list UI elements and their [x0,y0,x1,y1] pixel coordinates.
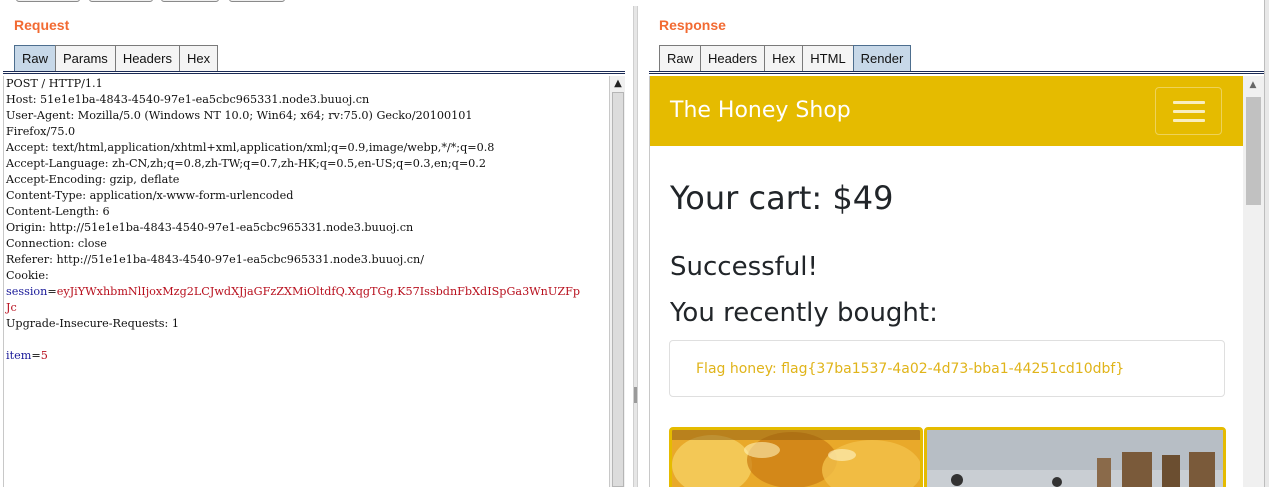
menu-bar [1173,101,1205,104]
header-line[interactable]: Accept: text/html,application/xhtml+xml,… [4,140,610,156]
header-line[interactable]: Connection: close [4,236,610,252]
scroll-up-arrow-icon[interactable]: ▲ [1247,80,1259,90]
response-title: Response [659,17,726,33]
burp-repeater-window: Request Raw Params Headers Hex POST / HT… [0,0,1269,487]
header-line[interactable]: User-Agent: Mozilla/5.0 (Windows NT 10.0… [4,108,610,124]
cookie-line[interactable]: session=eyJiYWxhbmNlIjoxMzg2LCJwdXJjaGFz… [4,284,610,300]
purchase-card: Flag honey: flag{37ba1537-4a02-4d73-bba1… [669,340,1225,397]
cookie-line-cont[interactable]: Jc [4,300,610,316]
header-line[interactable]: Host: 51e1e1ba-4843-4540-97e1-ea5cbc9653… [4,92,610,108]
cookie-value-cont: Jc [6,301,17,314]
body-param-value: 5 [40,349,48,362]
honey-sign-image [924,427,1226,487]
header-line[interactable]: Content-Type: application/x-www-form-url… [4,188,610,204]
header-line[interactable]: Firefox/75.0 [4,124,610,140]
header-line[interactable]: Accept-Encoding: gzip, deflate [4,172,610,188]
header-line[interactable]: Referer: http://51e1e1ba-4843-4540-97e1-… [4,252,610,268]
tab-hex[interactable]: Hex [764,45,804,71]
rendered-response: The Honey Shop Your cart: $49 Successful… [649,76,1243,487]
cookie-name: session [6,285,48,298]
tab-raw[interactable]: Raw [659,45,702,71]
request-tabs: Raw Params Headers Hex [14,45,219,72]
tab-headers[interactable]: Headers [114,45,180,71]
header-line[interactable]: Accept-Language: zh-CN,zh;q=0.8,zh-TW;q=… [4,156,610,172]
success-heading: Successful! [670,252,818,282]
tab-html[interactable]: HTML [802,45,854,71]
request-line[interactable]: POST / HTTP/1.1 [4,76,610,92]
tab-underline [649,71,1264,74]
honey-jars-image [669,427,923,487]
navbar: The Honey Shop [650,76,1243,146]
cookie-value: eyJiYWxhbmNlIjoxMzg2LCJwdXJjaGFzZXMiOltd… [56,285,581,298]
header-line[interactable]: Origin: http://51e1e1ba-4843-4540-97e1-e… [4,220,610,236]
scroll-thumb[interactable] [1246,97,1261,205]
window-edge [1264,0,1269,487]
header-line[interactable]: Upgrade-Insecure-Requests: 1 [4,316,610,332]
header-line[interactable]: Content-Length: 6 [4,204,610,220]
scroll-thumb[interactable] [612,92,624,487]
tab-headers[interactable]: Headers [700,45,766,71]
raw-request-editor[interactable]: POST / HTTP/1.1 Host: 51e1e1ba-4843-4540… [3,76,610,487]
request-title: Request [14,17,70,33]
response-tabs: Raw Headers Hex HTML Render [659,45,912,72]
tab-params[interactable]: Params [55,45,116,71]
request-scrollbar[interactable]: ▲ [609,76,625,487]
brand-link[interactable]: The Honey Shop [670,98,851,123]
splitter-grip-icon[interactable] [634,387,637,403]
flag-text: Flag honey: flag{37ba1537-4a02-4d73-bba1… [696,361,1125,377]
menu-bar [1173,119,1205,122]
request-pane: Request Raw Params Headers Hex POST / HT… [0,0,630,487]
body-param-name: item [6,349,32,362]
scroll-up-arrow-icon[interactable]: ▲ [612,78,624,90]
hamburger-menu-icon[interactable] [1155,87,1222,135]
tab-hex[interactable]: Hex [178,45,219,71]
header-line[interactable]: Cookie: [4,268,610,284]
tab-raw[interactable]: Raw [14,45,57,71]
pane-splitter[interactable] [633,6,638,487]
response-scrollbar[interactable]: ▲ [1243,76,1264,487]
cart-total: Your cart: $49 [670,179,894,217]
menu-bar [1173,110,1205,113]
body-line[interactable]: item=5 [4,348,610,364]
tab-underline [3,71,625,74]
bought-heading: You recently bought: [670,298,938,328]
tab-render[interactable]: Render [852,45,912,71]
